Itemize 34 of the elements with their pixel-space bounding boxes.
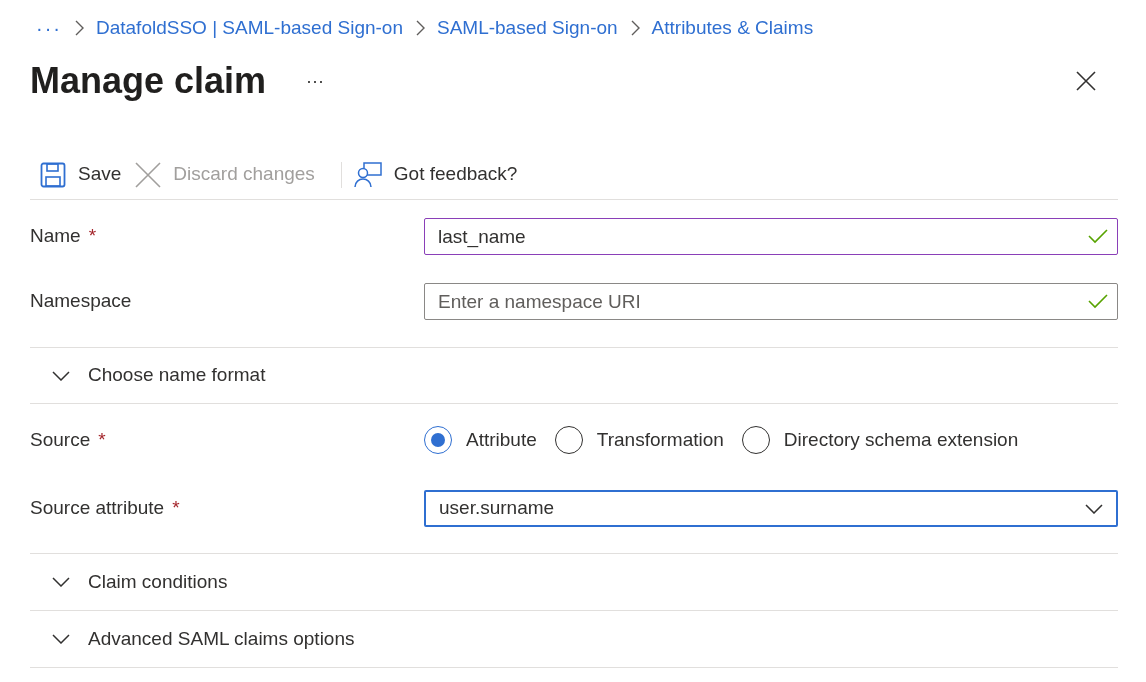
required-asterisk: * bbox=[88, 224, 97, 249]
chevron-icon bbox=[1085, 503, 1103, 514]
page-title: Manage claim bbox=[30, 59, 267, 103]
text-field[interactable]: last_name bbox=[424, 218, 1118, 255]
close-icon bbox=[135, 161, 162, 188]
chevron-right-icon bbox=[629, 20, 640, 36]
radio-option[interactable]: Directory schema extension bbox=[741, 425, 1019, 455]
breadcrumb-link[interactable]: SAML-based Sign-on bbox=[437, 13, 618, 43]
radio-option[interactable]: Transformation bbox=[554, 425, 724, 455]
close-icon bbox=[1076, 71, 1096, 91]
radio-option[interactable]: Attribute bbox=[424, 425, 537, 455]
checkmark-icon bbox=[1088, 293, 1108, 309]
breadcrumb-overflow-button[interactable]: ··· bbox=[36, 13, 62, 43]
person-feedback-icon bbox=[353, 161, 382, 188]
text-field[interactable]: Enter a namespace URI bbox=[424, 283, 1118, 320]
required-asterisk: * bbox=[98, 427, 106, 452]
save-button[interactable]: Save bbox=[40, 160, 122, 189]
required-asterisk: * bbox=[172, 496, 180, 521]
breadcrumb-link[interactable]: DatafoldSSO | SAML-based Sign-on bbox=[96, 13, 403, 43]
checkmark-icon bbox=[1088, 228, 1108, 244]
field-label: Source bbox=[30, 427, 91, 452]
dropdown[interactable]: user.surname bbox=[424, 490, 1118, 527]
chevron-right-icon bbox=[74, 20, 84, 36]
save-icon bbox=[40, 161, 66, 188]
field-label: Name bbox=[30, 224, 81, 249]
field-label: Namespace bbox=[30, 289, 132, 314]
expander-button[interactable]: Choose name format bbox=[30, 347, 1118, 404]
expander-button[interactable]: Advanced SAML claims options bbox=[30, 611, 1118, 668]
breadcrumb-link[interactable]: Attributes & Claims bbox=[651, 13, 814, 43]
more-options-button[interactable]: ··· bbox=[306, 67, 325, 95]
feedback-button[interactable]: Got feedback? bbox=[353, 160, 518, 189]
field-label: Source attribute bbox=[30, 496, 165, 521]
chevron-right-icon bbox=[415, 20, 425, 36]
expander-button[interactable]: Claim conditions bbox=[30, 554, 1118, 611]
